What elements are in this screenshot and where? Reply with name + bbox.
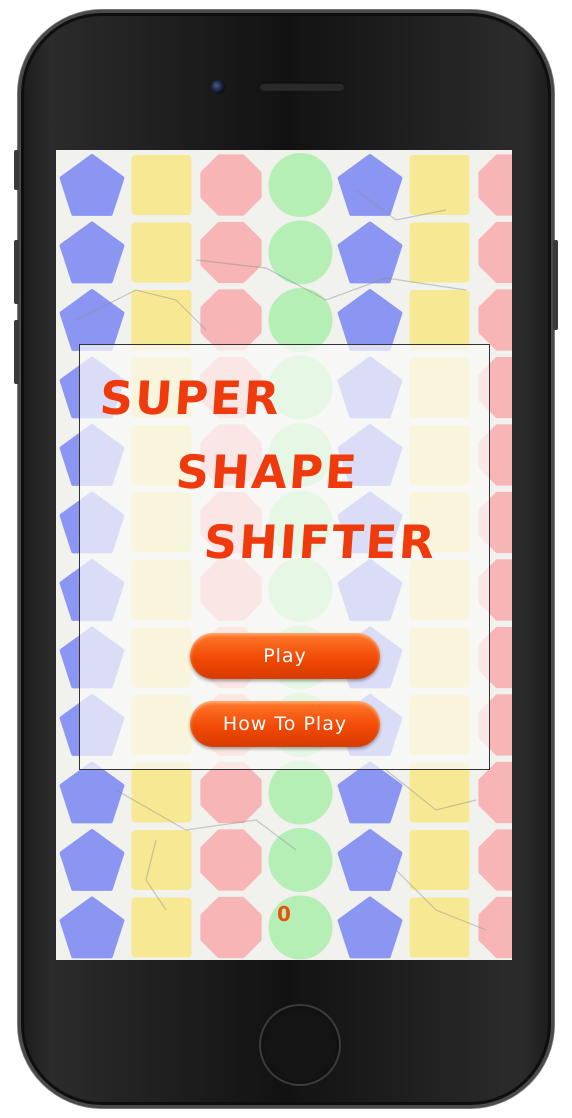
title-line-shape: SHAPE [174, 445, 361, 499]
home-button[interactable] [259, 1004, 341, 1086]
volume-down-button [14, 320, 19, 384]
play-button[interactable]: Play [190, 633, 380, 679]
power-button [553, 240, 558, 330]
front-camera [211, 80, 225, 94]
game-screen: SUPER SHAPE SHIFTER Play How To Play 0 [56, 150, 512, 960]
score-counter: 0 [277, 902, 291, 926]
title-line-super: SUPER [98, 371, 283, 425]
title-line-shifter: SHIFTER [202, 515, 439, 569]
how-to-play-button[interactable]: How To Play [190, 701, 380, 747]
volume-up-button [14, 240, 19, 304]
main-menu-panel: SUPER SHAPE SHIFTER Play How To Play [79, 344, 490, 770]
mute-switch [14, 150, 19, 190]
earpiece-speaker [259, 82, 345, 91]
